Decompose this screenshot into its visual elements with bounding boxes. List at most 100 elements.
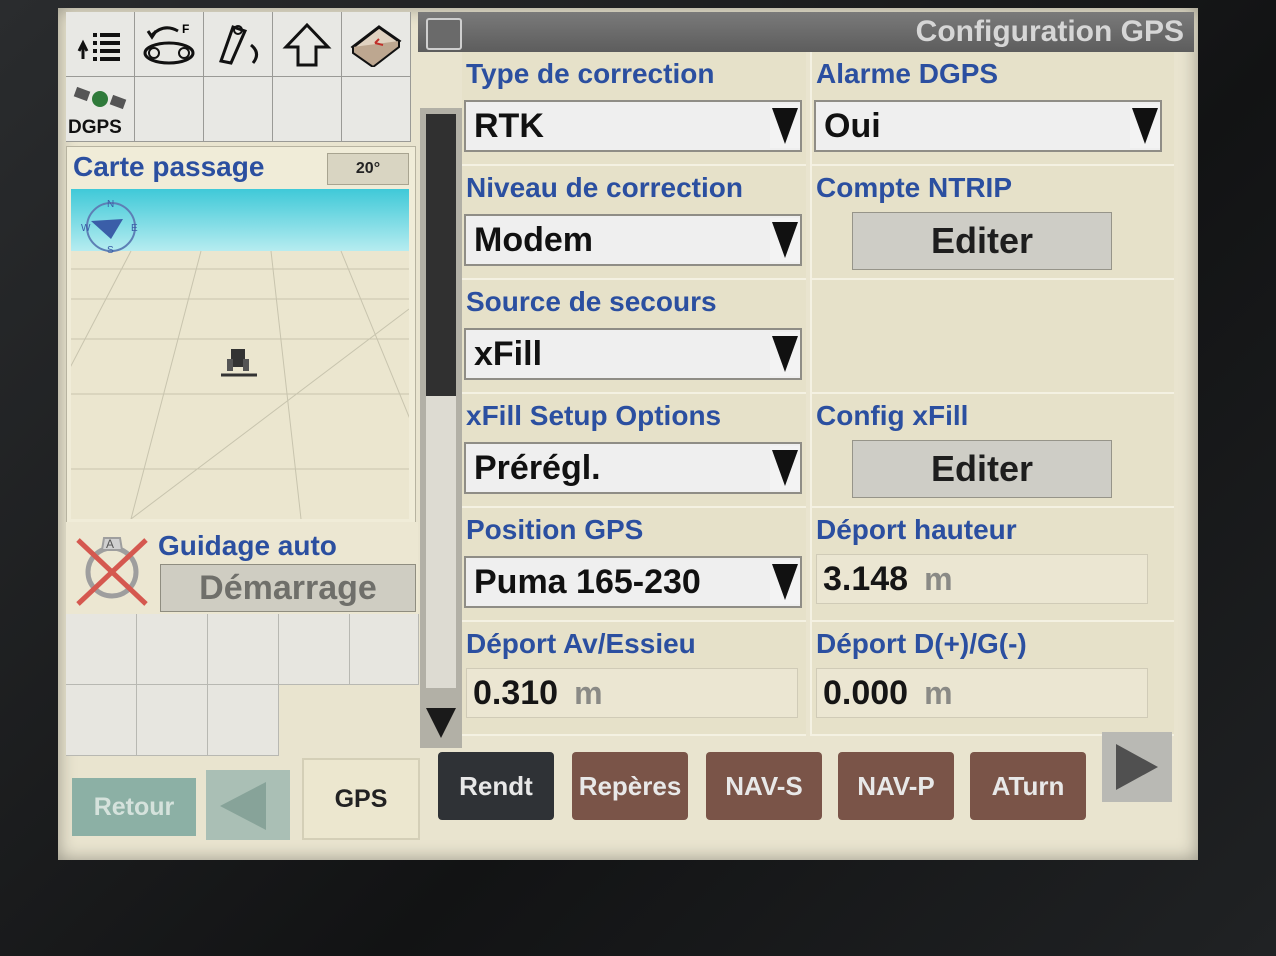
lateral-offset-setting: Déport D(+)/G(-) 0.000 m: [810, 622, 1174, 736]
gps-position-dropdown[interactable]: Puma 165-230: [464, 556, 802, 608]
gps-settings-grid: Type de correction RTK Alarme DGPS Oui N…: [462, 52, 1194, 744]
settings-scrollbar[interactable]: [420, 108, 462, 748]
dgps-alarm-setting: Alarme DGPS Oui: [810, 52, 1174, 166]
tab-nav-s[interactable]: NAV-S: [706, 752, 822, 820]
page-title: Configuration GPS: [915, 15, 1184, 48]
svg-text:W: W: [81, 223, 91, 234]
xfill-setup-dropdown[interactable]: Prérégl.: [464, 442, 802, 494]
dgps-alarm-label: Alarme DGPS: [816, 58, 999, 89]
height-offset-label: Déport hauteur: [816, 514, 1017, 545]
hitch-rotation-icon[interactable]: [204, 12, 273, 77]
empty-shortcut-slot[interactable]: [66, 614, 137, 685]
lateral-offset-label: Déport D(+)/G(-): [816, 628, 1027, 659]
tab-gps[interactable]: GPS: [302, 758, 420, 840]
page-icon: [426, 18, 462, 50]
backup-source-value: xFill: [474, 334, 543, 373]
height-offset-value: 3.148: [823, 559, 909, 598]
correction-level-value: Modem: [474, 220, 593, 259]
empty-shortcut-slot[interactable]: [208, 614, 279, 685]
pass-map-panel: Carte passage 20° N S E W: [66, 146, 416, 526]
dgps-label: DGPS: [68, 117, 122, 138]
list-up-icon[interactable]: [66, 12, 135, 77]
auto-guidance-panel: A Guidage auto Démarrage: [66, 522, 418, 614]
dropdown-arrow-icon[interactable]: [770, 218, 800, 262]
tab-rendt[interactable]: Rendt: [438, 752, 554, 820]
dropdown-arrow-icon[interactable]: [770, 560, 800, 604]
correction-type-label: Type de correction: [466, 58, 715, 89]
backup-source-label: Source de secours: [466, 286, 717, 317]
correction-type-value: RTK: [474, 106, 544, 145]
back-button[interactable]: Retour: [72, 778, 196, 836]
empty-tool-slot[interactable]: [135, 77, 204, 142]
map-angle-button[interactable]: 20°: [327, 153, 409, 185]
correction-type-setting: Type de correction RTK: [462, 52, 806, 166]
svg-text:A: A: [106, 537, 114, 551]
lateral-offset-unit: m: [924, 674, 953, 711]
empty-shortcut-slot[interactable]: [279, 614, 350, 685]
svg-text:E: E: [131, 223, 138, 234]
empty-tool-slot[interactable]: [342, 77, 411, 142]
correction-level-dropdown[interactable]: Modem: [464, 214, 802, 266]
empty-shortcut-slot[interactable]: [66, 685, 137, 756]
scroll-down-icon[interactable]: [426, 708, 456, 738]
screen-header: Configuration GPS: [418, 12, 1194, 52]
dropdown-arrow-icon[interactable]: [770, 332, 800, 376]
backup-source-dropdown[interactable]: xFill: [464, 328, 802, 380]
dropdown-arrow-icon[interactable]: [770, 446, 800, 490]
previous-page-button[interactable]: [206, 770, 290, 840]
tab-aturn[interactable]: ATurn: [970, 752, 1086, 820]
svg-text:N: N: [107, 199, 114, 210]
backup-source-setting: Source de secours xFill: [462, 280, 806, 394]
xfill-config-setting: Config xFill Editer: [810, 394, 1174, 508]
empty-tool-slot[interactable]: [273, 77, 342, 142]
height-offset-unit: m: [924, 560, 953, 597]
height-offset-setting: Déport hauteur 3.148 m: [810, 508, 1174, 622]
map-title: Carte passage: [73, 151, 265, 182]
tractor-icon: [221, 349, 257, 377]
empty-shortcut-slot[interactable]: [208, 685, 279, 756]
lateral-offset-field[interactable]: 0.000 m: [816, 668, 1148, 718]
xfill-setup-value: Prérégl.: [474, 448, 601, 487]
svg-text:F: F: [182, 22, 189, 36]
xfill-config-label: Config xFill: [816, 400, 969, 431]
tab-reperes[interactable]: Repères: [572, 752, 688, 820]
svg-text:S: S: [107, 245, 114, 256]
fore-aft-offset-value: 0.310: [473, 673, 559, 712]
dgps-alarm-dropdown[interactable]: Oui: [814, 100, 1162, 152]
gps-position-label: Position GPS: [466, 514, 644, 545]
guidance-start-button[interactable]: Démarrage: [160, 564, 416, 612]
display-screen: F DGPS Carte passage 20° N S E W A Guida…: [58, 8, 1198, 860]
fore-aft-offset-unit: m: [574, 674, 603, 711]
correction-level-setting: Niveau de correction Modem: [462, 166, 806, 280]
next-page-button[interactable]: [1102, 732, 1172, 802]
lateral-offset-value: 0.000: [823, 673, 909, 712]
xfill-edit-button[interactable]: Editer: [852, 440, 1112, 498]
dropdown-arrow-icon[interactable]: [770, 104, 800, 148]
xfill-setup-setting: xFill Setup Options Prérégl.: [462, 394, 806, 508]
fore-aft-offset-field[interactable]: 0.310 m: [466, 668, 798, 718]
scroll-thumb[interactable]: [426, 114, 456, 396]
ntrip-edit-button[interactable]: Editer: [852, 212, 1112, 270]
guidance-title: Guidage auto: [158, 530, 337, 561]
correction-level-label: Niveau de correction: [466, 172, 743, 203]
empty-setting-cell: [810, 280, 1174, 394]
empty-shortcut-slot[interactable]: [137, 685, 208, 756]
gps-position-setting: Position GPS Puma 165-230: [462, 508, 806, 622]
gps-position-value: Puma 165-230: [474, 562, 701, 601]
empty-shortcut-slot[interactable]: [137, 614, 208, 685]
book-icon[interactable]: [342, 12, 411, 77]
tool-grid: F DGPS: [66, 12, 414, 146]
fore-aft-offset-label: Déport Av/Essieu: [466, 628, 696, 659]
dgps-alarm-value: Oui: [824, 106, 881, 145]
tab-nav-p[interactable]: NAV-P: [838, 752, 954, 820]
belt-rotation-icon[interactable]: F: [135, 12, 204, 77]
dropdown-arrow-icon[interactable]: [1130, 104, 1160, 148]
height-offset-field[interactable]: 3.148 m: [816, 554, 1148, 604]
empty-shortcut-slot[interactable]: [350, 614, 419, 685]
correction-type-dropdown[interactable]: RTK: [464, 100, 802, 152]
ntrip-account-setting: Compte NTRIP Editer: [810, 166, 1174, 280]
arrow-up-icon[interactable]: [273, 12, 342, 77]
map-view[interactable]: N S E W: [71, 189, 409, 519]
empty-tool-slot[interactable]: [204, 77, 273, 142]
dgps-satellite-icon[interactable]: DGPS: [66, 77, 135, 142]
